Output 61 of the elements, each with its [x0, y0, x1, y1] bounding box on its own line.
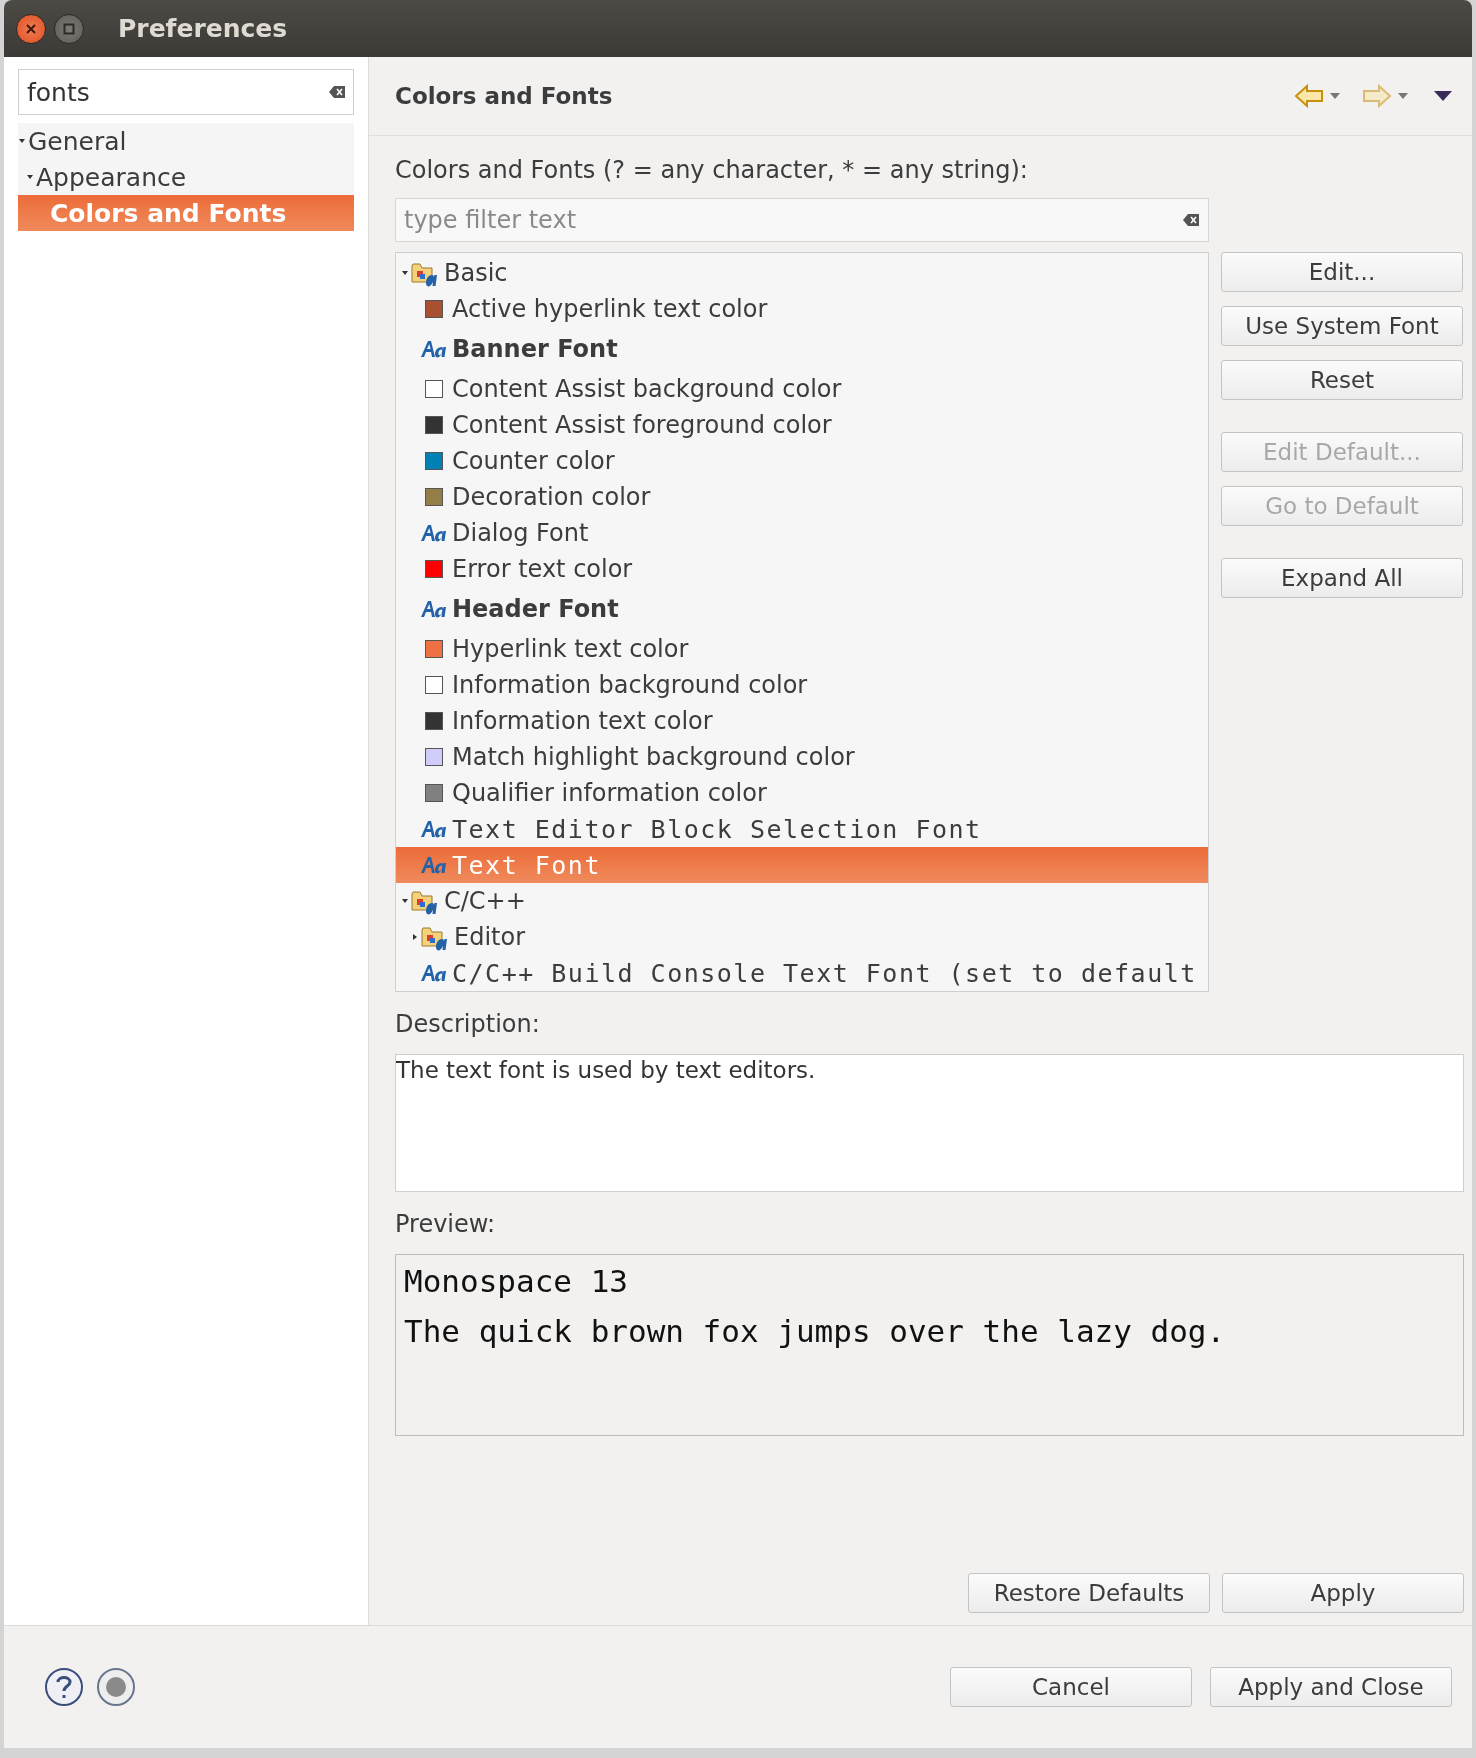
- expanded-arrow-icon[interactable]: [401, 897, 409, 905]
- side-button[interactable]: Use System Font: [1221, 306, 1463, 346]
- tree-item[interactable]: Match highlight background color: [396, 739, 1208, 775]
- font-icon: [420, 854, 448, 876]
- expanded-arrow-icon[interactable]: [401, 269, 409, 277]
- maximize-icon: [63, 22, 75, 35]
- clear-icon[interactable]: [1183, 214, 1199, 226]
- tree-item[interactable]: Decoration color: [396, 479, 1208, 515]
- preview-label: Preview:: [395, 1210, 497, 1238]
- tree-item[interactable]: Content Assist foreground color: [396, 407, 1208, 443]
- side-button[interactable]: Expand All: [1221, 558, 1463, 598]
- description-label: Description:: [395, 1010, 541, 1038]
- tree-item[interactable]: C/C++ Build Console Text Font (set to default: [396, 955, 1208, 991]
- clear-icon[interactable]: [329, 86, 345, 98]
- tree-item[interactable]: Header Font: [396, 587, 1208, 631]
- dropdown-caret-icon[interactable]: [1330, 93, 1340, 99]
- maximize-button[interactable]: [54, 13, 84, 44]
- filter-field[interactable]: type filter text: [395, 198, 1209, 242]
- nav-tree-item[interactable]: General: [18, 123, 354, 159]
- font-icon: [420, 818, 448, 840]
- tree-item[interactable]: Error text color: [396, 551, 1208, 587]
- tree-item[interactable]: Qualifier information color: [396, 775, 1208, 811]
- expanded-arrow-icon[interactable]: [26, 173, 34, 181]
- font-icon: [420, 598, 448, 620]
- page-title: Colors and Fonts: [395, 83, 613, 109]
- tree-item[interactable]: Information background color: [396, 667, 1208, 703]
- tree-item[interactable]: Active hyperlink text color: [396, 291, 1208, 327]
- page-button[interactable]: Restore Defaults: [968, 1573, 1210, 1613]
- preview-text: The quick brown fox jumps over the lazy dog.: [404, 1313, 1227, 1349]
- tree-item[interactable]: Text Editor Block Selection Font: [396, 811, 1208, 847]
- side-button[interactable]: Reset: [1221, 360, 1463, 400]
- search-field[interactable]: fonts: [18, 69, 354, 115]
- side-button[interactable]: Edit...: [1221, 252, 1463, 292]
- menu-icon[interactable]: [1434, 91, 1452, 101]
- tree-item[interactable]: Editor: [396, 919, 1208, 955]
- dialog-button[interactable]: Apply and Close: [1210, 1667, 1452, 1707]
- filter-label: Colors and Fonts (? = any character, * = any string):: [395, 156, 1029, 184]
- tree-item[interactable]: Hyperlink text color: [396, 631, 1208, 667]
- tree-item[interactable]: Dialog Font: [396, 515, 1208, 551]
- close-icon: [25, 22, 37, 35]
- font-icon: [420, 338, 448, 360]
- font-icon: [420, 522, 448, 544]
- description-text: The text font is used by text editors.: [395, 1054, 1464, 1192]
- page-button[interactable]: Apply: [1222, 1573, 1464, 1613]
- dropdown-caret-icon[interactable]: [1398, 93, 1408, 99]
- tree-item[interactable]: Content Assist background color: [396, 371, 1208, 407]
- close-button[interactable]: [16, 13, 46, 44]
- record-icon[interactable]: [96, 1667, 136, 1707]
- preview-text: Monospace 13: [404, 1263, 629, 1299]
- tree-item[interactable]: Basic: [396, 255, 1208, 291]
- tree-item[interactable]: Counter color: [396, 443, 1208, 479]
- font-icon: [420, 962, 448, 984]
- collapsed-arrow-icon[interactable]: [411, 933, 419, 941]
- tree-item[interactable]: Information text color: [396, 703, 1208, 739]
- expanded-arrow-icon[interactable]: [18, 137, 26, 145]
- tree-item[interactable]: C/C++: [396, 883, 1208, 919]
- window-title: Preferences: [118, 14, 288, 43]
- tree-item[interactable]: Banner Font: [396, 327, 1208, 371]
- dialog-button[interactable]: Cancel: [950, 1667, 1192, 1707]
- nav-tree-item[interactable]: Appearance: [18, 159, 354, 195]
- help-icon[interactable]: [44, 1667, 84, 1707]
